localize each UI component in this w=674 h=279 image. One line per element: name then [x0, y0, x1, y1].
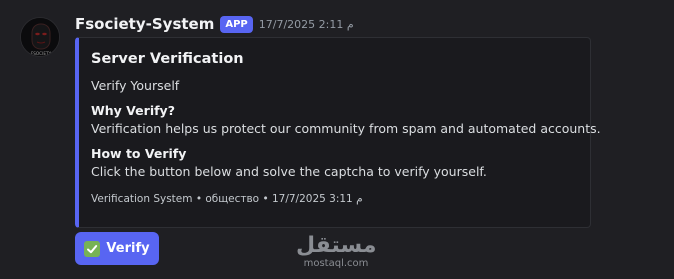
embed-title: Server Verification — [91, 51, 244, 67]
field-name: How to Verify — [91, 146, 187, 161]
watermark: مستقل mostaql.com — [296, 234, 376, 270]
fsociety-mask-icon: FSOCIETY — [21, 18, 59, 56]
app-badge: APP — [220, 15, 253, 33]
embed-description: Verify Yourself — [91, 78, 180, 93]
watermark-logo: مستقل — [296, 233, 377, 258]
embed-card: Server Verification Verify Yourself Why … — [75, 37, 601, 228]
watermark-url: mostaql.com — [303, 258, 369, 269]
chat-message: FSOCIETY Fsociety-System APP 17/7/2025 2… — [0, 0, 674, 279]
field-value: Verification helps us protect our commun… — [91, 121, 601, 136]
author-name[interactable]: Fsociety-System — [75, 15, 214, 33]
field-value: Click the button below and solve the cap… — [91, 164, 487, 179]
field-name: Why Verify? — [91, 103, 175, 118]
message-header: Fsociety-System APP 17/7/2025 2:11 م — [75, 13, 354, 35]
avatar[interactable]: FSOCIETY — [20, 17, 60, 57]
verify-button[interactable]: Verify — [75, 232, 159, 265]
embed-field-why-verify: Why Verify? Verification helps us protec… — [91, 103, 601, 137]
message-timestamp: 17/7/2025 2:11 م — [258, 17, 354, 31]
verify-button-label: Verify — [106, 241, 150, 256]
embed-field-how-to-verify: How to Verify Click the button below and… — [91, 146, 574, 180]
svg-text:FSOCIETY: FSOCIETY — [31, 51, 52, 56]
check-mark-button-icon — [84, 240, 101, 257]
embed-footer: Verification System • общество • 17/7/20… — [91, 193, 363, 205]
